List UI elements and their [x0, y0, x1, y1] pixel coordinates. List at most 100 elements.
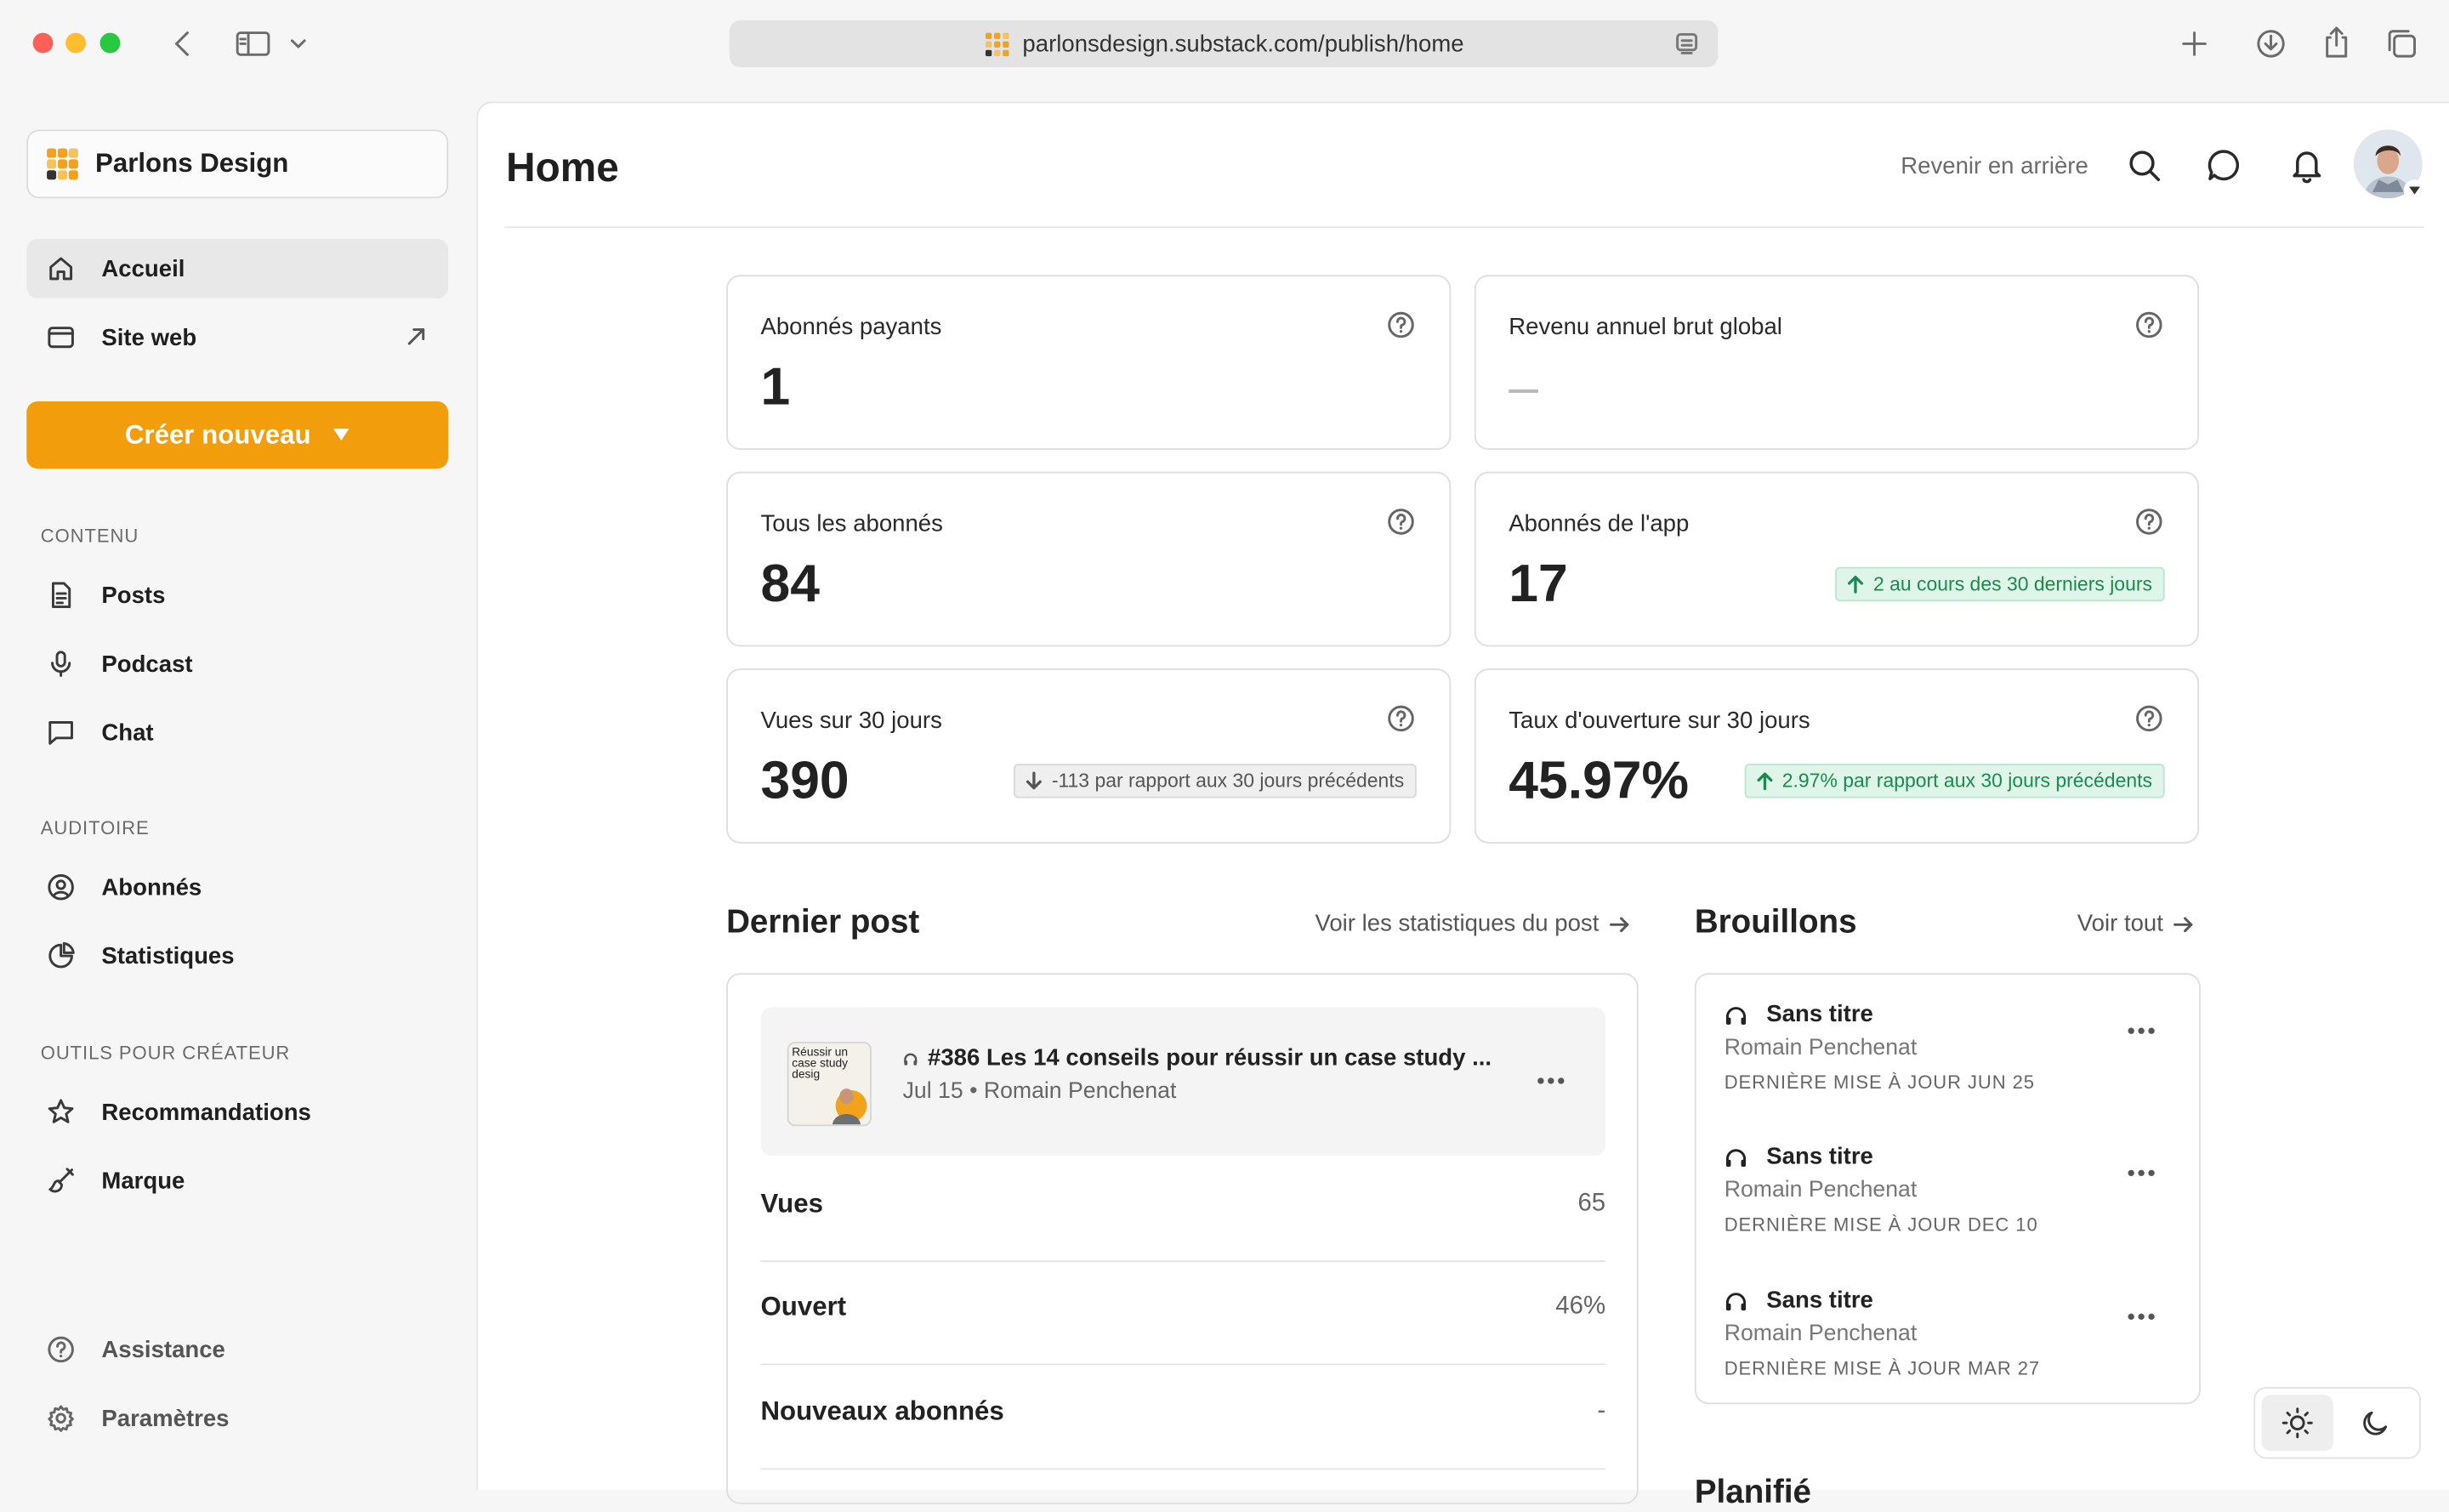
microphone-icon: [47, 650, 75, 678]
post-stat-label: Ouvert: [760, 1291, 847, 1322]
sidebar-item-recommandations[interactable]: Recommandations: [26, 1083, 448, 1142]
back-arrow-icon[interactable]: [168, 28, 196, 60]
downloads-icon[interactable]: [2255, 28, 2287, 60]
header-divider: [504, 226, 2424, 229]
sidebar-item-accueil[interactable]: Accueil: [26, 239, 449, 298]
question-circle-icon[interactable]: [2135, 704, 2163, 732]
sidebar-item-assistance[interactable]: Assistance: [26, 1320, 448, 1379]
arrow-right-icon: [2163, 913, 2195, 935]
sidebar-item-chat[interactable]: Chat: [26, 703, 448, 763]
chat-bubble-icon: [47, 719, 75, 747]
arrow-right-icon: [1599, 913, 1630, 935]
scheduled-heading: Planifié: [1694, 1474, 1812, 1511]
sidebar-item-parametres[interactable]: Paramètres: [26, 1389, 448, 1448]
post-stat-value: 65: [1577, 1190, 1606, 1217]
sidebar-item-podcast[interactable]: Podcast: [26, 634, 448, 694]
stat-value: 390: [760, 751, 849, 811]
address-bar[interactable]: parlonsdesign.substack.com/publish/home: [729, 20, 1719, 67]
sidebar-item-abonnes[interactable]: Abonnés: [26, 857, 448, 917]
window-minimize-button[interactable]: [65, 32, 87, 54]
post-title[interactable]: #386 Les 14 conseils pour réussir un cas…: [903, 1045, 1492, 1071]
more-options-icon[interactable]: [2128, 1312, 2156, 1322]
question-circle-icon: [47, 1335, 75, 1363]
stat-value: 1: [760, 357, 791, 418]
home-icon: [47, 254, 75, 282]
draft-item[interactable]: Sans titre Romain Penchenat DERNIÈRE MIS…: [1725, 1287, 2178, 1396]
draft-item[interactable]: Sans titre Romain Penchenat DERNIÈRE MIS…: [1725, 1143, 2178, 1253]
sidebar-item-posts[interactable]: Posts: [26, 566, 448, 625]
drafts-heading: Brouillons: [1694, 904, 1857, 941]
window-close-button[interactable]: [32, 32, 54, 54]
sidebar-item-marque[interactable]: Marque: [26, 1151, 448, 1211]
stat-value: 45.97%: [1509, 751, 1690, 811]
last-post-card: Réussir un case study desig #386 Les 14 …: [726, 973, 1639, 1504]
stat-label: Vues sur 30 jours: [760, 708, 942, 735]
question-circle-icon[interactable]: [2135, 311, 2163, 339]
avatar-caret-icon[interactable]: [2403, 179, 2426, 202]
stat-value: –: [1509, 357, 1539, 418]
page-title: Home: [506, 143, 619, 191]
last-post-heading: Dernier post: [726, 904, 920, 941]
question-circle-icon[interactable]: [1387, 508, 1415, 536]
post-date: Jul 15: [902, 1079, 963, 1105]
sidebar-item-label: Statistiques: [101, 942, 235, 969]
dark-mode-button[interactable]: [2339, 1395, 2411, 1451]
stat-card-all-subscribers: Tous les abonnés 84: [726, 471, 1452, 647]
chat-bubble-icon[interactable]: [2207, 148, 2241, 182]
window-zoom-button[interactable]: [99, 32, 121, 54]
publication-name: Parlons Design: [95, 148, 289, 179]
headphones-icon: [1725, 1003, 1758, 1026]
post-stat-row-opened: Ouvert 46%: [760, 1260, 1606, 1366]
stat-card-views-30d: Vues sur 30 jours 390 -113 par rapport a…: [726, 668, 1452, 844]
headphones-icon: [1725, 1289, 1758, 1311]
stat-label: Tous les abonnés: [760, 510, 943, 537]
sidebar-item-label: Site web: [101, 324, 197, 351]
chevron-down-icon[interactable]: [289, 34, 308, 53]
post-stat-label: Vues: [760, 1188, 823, 1219]
arrow-up-icon: [1847, 575, 1873, 594]
document-icon: [47, 581, 75, 609]
trend-badge: 2.97% par rapport aux 30 jours précédent…: [1744, 764, 2165, 799]
create-new-button[interactable]: Créer nouveau: [26, 401, 449, 469]
stat-label: Revenu annuel brut global: [1509, 314, 1782, 341]
search-icon[interactable]: [2128, 148, 2162, 182]
last-post-item[interactable]: Réussir un case study desig #386 Les 14 …: [760, 1007, 1606, 1157]
post-stat-value: 46%: [1555, 1293, 1606, 1321]
question-circle-icon[interactable]: [2135, 508, 2163, 536]
more-options-icon[interactable]: [2128, 1168, 2156, 1178]
pie-chart-icon: [47, 941, 75, 970]
sidebar-item-label: Recommandations: [101, 1099, 311, 1126]
draft-item[interactable]: Sans titre Romain Penchenat DERNIÈRE MIS…: [1725, 1001, 2178, 1111]
post-title-text: #386 Les 14 conseils pour réussir un cas…: [927, 1044, 1492, 1071]
trend-badge: -113 par rapport aux 30 jours précédents: [1014, 764, 1417, 799]
question-circle-icon[interactable]: [1387, 704, 1415, 732]
url-text: parlonsdesign.substack.com/publish/home: [1022, 30, 1464, 58]
bell-icon[interactable]: [2290, 147, 2324, 185]
share-icon[interactable]: [2321, 25, 2352, 59]
sidebar-item-site-web[interactable]: Site web: [26, 308, 448, 367]
draft-title: Sans titre: [1725, 1287, 1873, 1314]
question-circle-icon[interactable]: [1387, 311, 1415, 339]
publication-switcher[interactable]: Parlons Design: [26, 129, 449, 199]
stat-value: 17: [1509, 554, 1568, 614]
more-options-icon[interactable]: [1537, 1076, 1565, 1085]
arrow-down-icon: [1026, 771, 1052, 790]
post-stats-link[interactable]: Voir les statistiques du post: [1315, 911, 1631, 937]
draft-title-text: Sans titre: [1766, 1001, 1873, 1028]
reader-mode-icon[interactable]: [1674, 31, 1699, 56]
sidebar-item-statistiques[interactable]: Statistiques: [26, 926, 448, 986]
sidebar-toggle-icon[interactable]: [235, 28, 272, 60]
caret-down-icon: [332, 428, 349, 442]
tabs-overview-icon[interactable]: [2385, 26, 2419, 60]
draft-author: Romain Penchenat: [1724, 1177, 1918, 1203]
new-tab-plus-icon[interactable]: [2179, 28, 2210, 60]
drafts-card: Sans titre Romain Penchenat DERNIÈRE MIS…: [1694, 973, 2201, 1405]
more-options-icon[interactable]: [2128, 1026, 2156, 1036]
stat-card-open-rate-30d: Taux d'ouverture sur 30 jours 45.97% 2.9…: [1474, 668, 2200, 844]
drafts-see-all-link[interactable]: Voir tout: [2077, 911, 2195, 937]
section-heading-tools: OUTILS POUR CRÉATEUR: [40, 1042, 291, 1064]
back-link[interactable]: Revenir en arrière: [1901, 153, 2088, 179]
sidebar-item-label: Abonnés: [101, 873, 202, 901]
sidebar: Parlons Design Accueil Site web Créer no…: [0, 88, 474, 1489]
light-mode-button[interactable]: [2261, 1395, 2334, 1452]
